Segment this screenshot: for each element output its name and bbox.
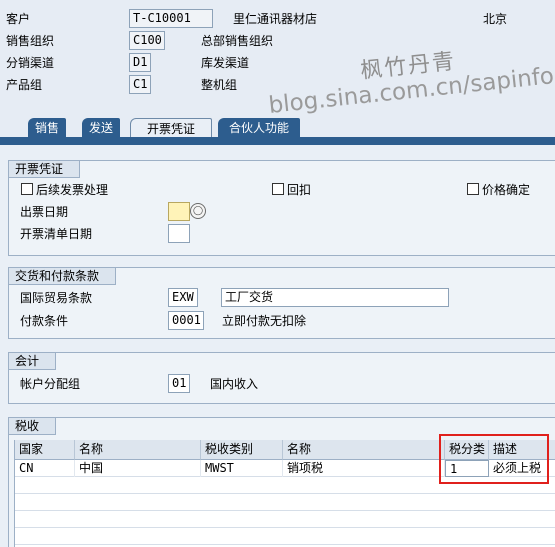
division-desc: 整机组 xyxy=(201,78,238,92)
rebate-label: 回扣 xyxy=(287,183,312,197)
col-tax-name[interactable]: 名称 xyxy=(283,440,445,460)
payment-terms-field[interactable]: 0001 xyxy=(168,311,204,330)
highlight-box xyxy=(439,434,549,484)
tax-group-title: 税收 xyxy=(9,418,57,435)
customer-field[interactable]: T-C10001 xyxy=(129,9,213,28)
accounting-group: 会计 xyxy=(8,352,555,404)
sales-org-label: 销售组织 xyxy=(6,34,55,48)
invoice-date-label: 出票日期 xyxy=(20,205,69,219)
cell-country-name: 中国 xyxy=(75,460,201,477)
invoice-date-field[interactable] xyxy=(168,202,190,221)
billing-group-title: 开票凭证 xyxy=(9,161,81,178)
tab-billing[interactable]: 开票凭证 xyxy=(130,118,212,138)
acct-group-field[interactable]: 01 xyxy=(168,374,190,393)
dist-channel-field[interactable]: D1 xyxy=(129,53,151,72)
sales-org-field[interactable]: C100 xyxy=(129,31,165,50)
col-country[interactable]: 国家 xyxy=(15,440,75,460)
payment-terms-desc: 立即付款无扣除 xyxy=(222,314,307,328)
customer-city: 北京 xyxy=(483,12,508,26)
incoterms-desc-field[interactable]: 工厂交货 xyxy=(221,288,449,307)
cell-country: CN xyxy=(15,460,75,477)
acct-group-desc: 国内收入 xyxy=(210,377,259,391)
payment-terms-label: 付款条件 xyxy=(20,314,69,328)
division-label: 产品组 xyxy=(6,78,43,92)
invoice-list-date-label: 开票清单日期 xyxy=(20,227,93,241)
table-row[interactable] xyxy=(15,528,555,545)
incoterms-label: 国际贸易条款 xyxy=(20,291,93,305)
tab-shipping[interactable]: 发送 xyxy=(82,118,120,138)
subsequent-invoice-label: 后续发票处理 xyxy=(36,183,109,197)
table-row[interactable] xyxy=(15,511,555,528)
price-determination-checkbox[interactable] xyxy=(467,183,479,195)
dist-channel-desc: 库发渠道 xyxy=(201,56,250,70)
rebate-checkbox[interactable] xyxy=(272,183,284,195)
customer-name: 里仁通讯器材店 xyxy=(233,12,318,26)
customer-label: 客户 xyxy=(6,12,31,26)
tab-strip xyxy=(0,137,555,145)
cell-tax-name: 销项税 xyxy=(283,460,445,477)
incoterms-field[interactable]: EXW xyxy=(168,288,198,307)
division-field[interactable]: C1 xyxy=(129,75,151,94)
tab-partner-functions[interactable]: 合伙人功能 xyxy=(218,118,300,138)
price-determination-label: 价格确定 xyxy=(482,183,531,197)
calendar-search-icon[interactable]: ◯ xyxy=(190,203,206,219)
cell-tax-category: MWST xyxy=(201,460,283,477)
delivery-group-title: 交货和付款条款 xyxy=(9,268,117,285)
acct-group-label: 帐户分配组 xyxy=(20,377,81,391)
subsequent-invoice-checkbox[interactable] xyxy=(21,183,33,195)
accounting-group-title: 会计 xyxy=(9,353,57,370)
sales-org-desc: 总部销售组织 xyxy=(201,34,274,48)
dist-channel-label: 分销渠道 xyxy=(6,56,55,70)
invoice-list-date-field[interactable] xyxy=(168,224,190,243)
col-tax-category[interactable]: 税收类别 xyxy=(201,440,283,460)
table-row[interactable] xyxy=(15,494,555,511)
col-country-name[interactable]: 名称 xyxy=(75,440,201,460)
tab-sales[interactable]: 销售 xyxy=(28,118,66,138)
